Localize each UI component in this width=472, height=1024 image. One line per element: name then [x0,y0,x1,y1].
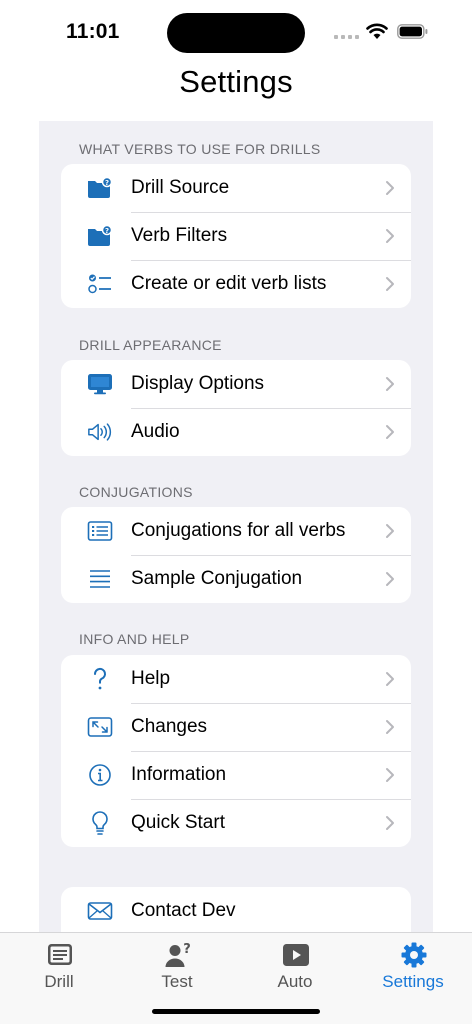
verb-filters-row[interactable]: ? Verb Filters [61,212,411,260]
chevron-right-icon [386,229,394,243]
contact-dev-row[interactable]: Contact Dev [61,887,411,932]
lines-icon [87,567,113,591]
status-time: 11:01 [66,20,120,43]
row-label: Changes [131,716,208,737]
section-header-info: INFO AND HELP [79,631,190,647]
cellular-signal-icon [334,35,359,39]
tab-label: Settings [382,972,444,991]
row-label: Create or edit verb lists [131,273,327,294]
row-label: Sample Conjugation [131,568,303,589]
svg-text:?: ? [105,179,109,187]
row-label: Verb Filters [131,225,228,246]
person-question-icon: ? [165,942,191,967]
speaker-icon [87,420,113,444]
row-label: Conjugations for all verbs [131,520,346,541]
folder-question-icon: ? [87,224,113,248]
section-card-verbs: ? Drill Source ? Verb Filters Create or … [61,164,411,308]
row-label: Help [131,668,171,689]
tab-label: Test [161,972,193,991]
chevron-right-icon [386,572,394,586]
chevron-right-icon [386,425,394,439]
sample-conjugation-row[interactable]: Sample Conjugation [61,555,411,603]
display-icon [87,372,113,396]
row-label: Quick Start [131,812,225,833]
row-label: Contact Dev [131,900,236,921]
info-icon [87,763,113,787]
checklist-icon [87,272,113,296]
information-row[interactable]: Information [61,751,411,799]
chevron-right-icon [386,181,394,195]
chevron-right-icon [386,277,394,291]
display-options-row[interactable]: Display Options [61,360,411,408]
wifi-icon [366,23,388,39]
dynamic-island [167,13,305,53]
tab-drill[interactable]: Drill [0,939,118,995]
lightbulb-icon [87,811,113,835]
edit-verb-lists-row[interactable]: Create or edit verb lists [61,260,411,308]
help-row[interactable]: Help [61,655,411,703]
chevron-right-icon [386,816,394,830]
conjugations-all-verbs-row[interactable]: Conjugations for all verbs [61,507,411,555]
chevron-right-icon [386,524,394,538]
battery-icon [397,24,428,39]
drill-source-row[interactable]: ? Drill Source [61,164,411,212]
svg-text:?: ? [183,942,191,957]
row-label: Drill Source [131,177,230,198]
tab-settings[interactable]: Settings [354,939,472,995]
tab-label: Auto [277,972,313,991]
page-title: Settings [179,64,293,99]
row-label: Audio [131,421,180,442]
tab-label: Drill [44,972,74,991]
play-icon [283,944,309,966]
tab-auto[interactable]: Auto [236,939,354,995]
quick-start-row[interactable]: Quick Start [61,799,411,847]
section-card-appearance: Display Options Audio [61,360,411,456]
gear-icon [401,942,427,968]
chevron-right-icon [386,672,394,686]
section-header-verbs: WHAT VERBS TO USE FOR DRILLS [79,141,321,157]
section-header-conjugations: CONJUGATIONS [79,484,193,500]
section-header-appearance: DRILL APPEARANCE [79,337,222,353]
row-label: Information [131,764,227,785]
list-box-icon [87,519,113,543]
folder-question-icon: ? [87,176,113,200]
home-indicator [152,1009,320,1014]
section-card-conjugations: Conjugations for all verbs Sample Conjug… [61,507,411,603]
changes-row[interactable]: Changes [61,703,411,751]
audio-row[interactable]: Audio [61,408,411,456]
svg-text:?: ? [105,227,109,235]
chevron-right-icon [386,720,394,734]
chevron-right-icon [386,768,394,782]
chevron-right-icon [386,377,394,391]
arrows-in-box-icon [87,715,113,739]
section-card-info: Help Changes Information Quick Start [61,655,411,847]
section-card-contact: Contact Dev [61,887,411,932]
envelope-icon [87,899,113,923]
list-box-icon [48,944,72,965]
status-bar: 11:01 [0,0,472,64]
row-label: Display Options [131,373,265,394]
tab-test[interactable]: ? Test [118,939,236,995]
question-icon [87,667,113,691]
